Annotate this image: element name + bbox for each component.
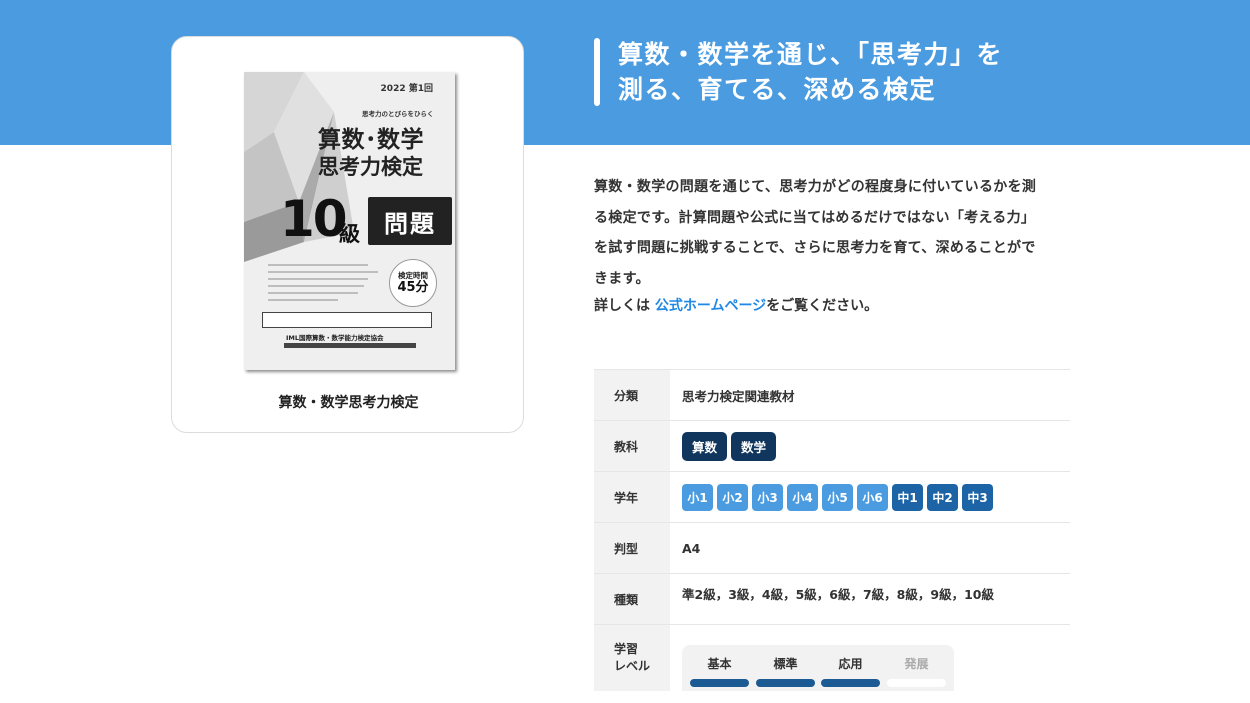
grade-chip[interactable]: 小5 <box>822 483 853 511</box>
level-bar <box>756 679 815 687</box>
description-line: 算数・数学の問題を通じて、思考力がどの程度身に付いているかを測 <box>594 179 1037 195</box>
spec-label: 学習 レベル <box>594 625 670 691</box>
description-line: る検定です。計算問題や公式に当てはめるだけではない「考える力」 <box>594 209 1036 226</box>
cover-instruction-line <box>268 299 338 301</box>
page-heading-line1: 算数・数学を通じ、「思考力」を <box>618 40 1004 69</box>
more-info-text: 詳しくは 公式ホームページをご覧ください。 <box>594 291 878 321</box>
cover-grade-number: 10 <box>280 190 348 248</box>
level-bar <box>821 679 880 687</box>
grade-chip[interactable]: 中3 <box>962 483 993 511</box>
spec-row-category: 分類 思考力検定関連教材 <box>594 370 1070 421</box>
cover-tagline: 思考力のとびらをひらく <box>362 110 434 118</box>
spec-row-study-level: 学習 レベル 基本 標準 応用 発展 <box>594 625 1070 691</box>
cover-time-badge: 検定時間 45分 <box>389 259 437 307</box>
cover-footer-bar <box>284 343 416 348</box>
study-level-meter: 基本 標準 応用 発展 <box>682 645 954 691</box>
grade-chip[interactable]: 小2 <box>717 483 748 511</box>
description-line: きます。 <box>594 270 650 287</box>
description-line: を試す問題に挑戦することで、さらに思考力を育て、深めることがで <box>594 240 1036 256</box>
spec-label: 種類 <box>594 574 670 624</box>
spec-row-format: 判型 A4 <box>594 523 1070 574</box>
spec-row-grades: 学年 小1 小2 小3 小4 小5 小6 中1 中2 中3 <box>594 472 1070 523</box>
spec-label: 学年 <box>594 472 670 522</box>
official-homepage-link[interactable]: 公式ホームページ <box>655 298 766 314</box>
subject-tag[interactable]: 数学 <box>731 431 777 461</box>
product-cover-image[interactable]: 2022 第1回 思考力のとびらをひらく 算数･数学 思考力検定 10 級 問題… <box>244 72 455 370</box>
cover-edition: 2022 第1回 <box>380 84 433 94</box>
level-bar <box>887 679 946 687</box>
spec-value: 小1 小2 小3 小4 小5 小6 中1 中2 中3 <box>670 472 1070 522</box>
more-info-prefix: 詳しくは <box>594 298 655 314</box>
level-label: 基本 <box>707 657 732 671</box>
heading-accent-bar <box>594 38 600 106</box>
level-label: 発展 <box>904 657 929 671</box>
cover-organization: IML国際算数・数学能力検定協会 <box>286 334 384 342</box>
spec-value: 思考力検定関連教材 <box>682 388 795 404</box>
cover-subject: 算数･数学 <box>318 127 424 153</box>
spec-value: 算数 数学 <box>670 421 1070 471</box>
cover-name-box <box>262 312 432 328</box>
level-bar <box>690 679 749 687</box>
spec-label: 分類 <box>594 370 670 420</box>
cover-instruction-line <box>268 285 364 287</box>
product-description: 算数・数学の問題を通じて、思考力がどの程度身に付いているかを測 る検定です。計算… <box>594 172 1074 294</box>
spec-table: 分類 思考力検定関連教材 教科 算数 数学 学年 小1 小2 小3 小4 小5 … <box>594 369 1070 691</box>
cover-instruction-line <box>268 264 368 266</box>
spec-row-kinds: 種類 準2級，3級，4級，5級，6級，7級，8級，9級，10級 <box>594 574 1070 625</box>
spec-label: 判型 <box>594 523 670 573</box>
cover-time-value: 45分 <box>397 280 429 296</box>
spec-value: A4 <box>682 540 701 556</box>
cover-booklet-type: 問題 <box>368 197 452 245</box>
product-title: 算数・数学思考力検定 <box>278 395 419 411</box>
spec-row-subjects: 教科 算数 数学 <box>594 421 1070 472</box>
grade-chip[interactable]: 小4 <box>787 483 818 511</box>
product-card[interactable]: 2022 第1回 思考力のとびらをひらく 算数･数学 思考力検定 10 級 問題… <box>171 36 524 433</box>
subject-tag[interactable]: 算数 <box>682 431 728 461</box>
page-heading-line2: 測る、育てる、深める検定 <box>618 75 937 104</box>
level-label: 応用 <box>838 657 863 671</box>
more-info-suffix: をご覧ください。 <box>766 298 879 314</box>
grade-chip[interactable]: 小6 <box>857 483 888 511</box>
grade-chip[interactable]: 小1 <box>682 483 713 511</box>
spec-value: 準2級，3級，4級，5級，6級，7級，8級，9級，10級 <box>682 587 994 602</box>
cover-grade-unit: 級 <box>339 222 360 246</box>
cover-test-name: 思考力検定 <box>318 155 423 179</box>
spec-label: 教科 <box>594 421 670 471</box>
cover-instruction-line <box>268 271 378 273</box>
grade-chip[interactable]: 中1 <box>892 483 923 511</box>
cover-instruction-line <box>268 278 368 280</box>
grade-chip[interactable]: 小3 <box>752 483 783 511</box>
cover-instruction-line <box>268 292 358 294</box>
page-heading: 算数・数学を通じ、「思考力」を 測る、育てる、深める検定 <box>618 37 1098 107</box>
grade-chip[interactable]: 中2 <box>927 483 958 511</box>
level-label: 標準 <box>773 657 798 671</box>
